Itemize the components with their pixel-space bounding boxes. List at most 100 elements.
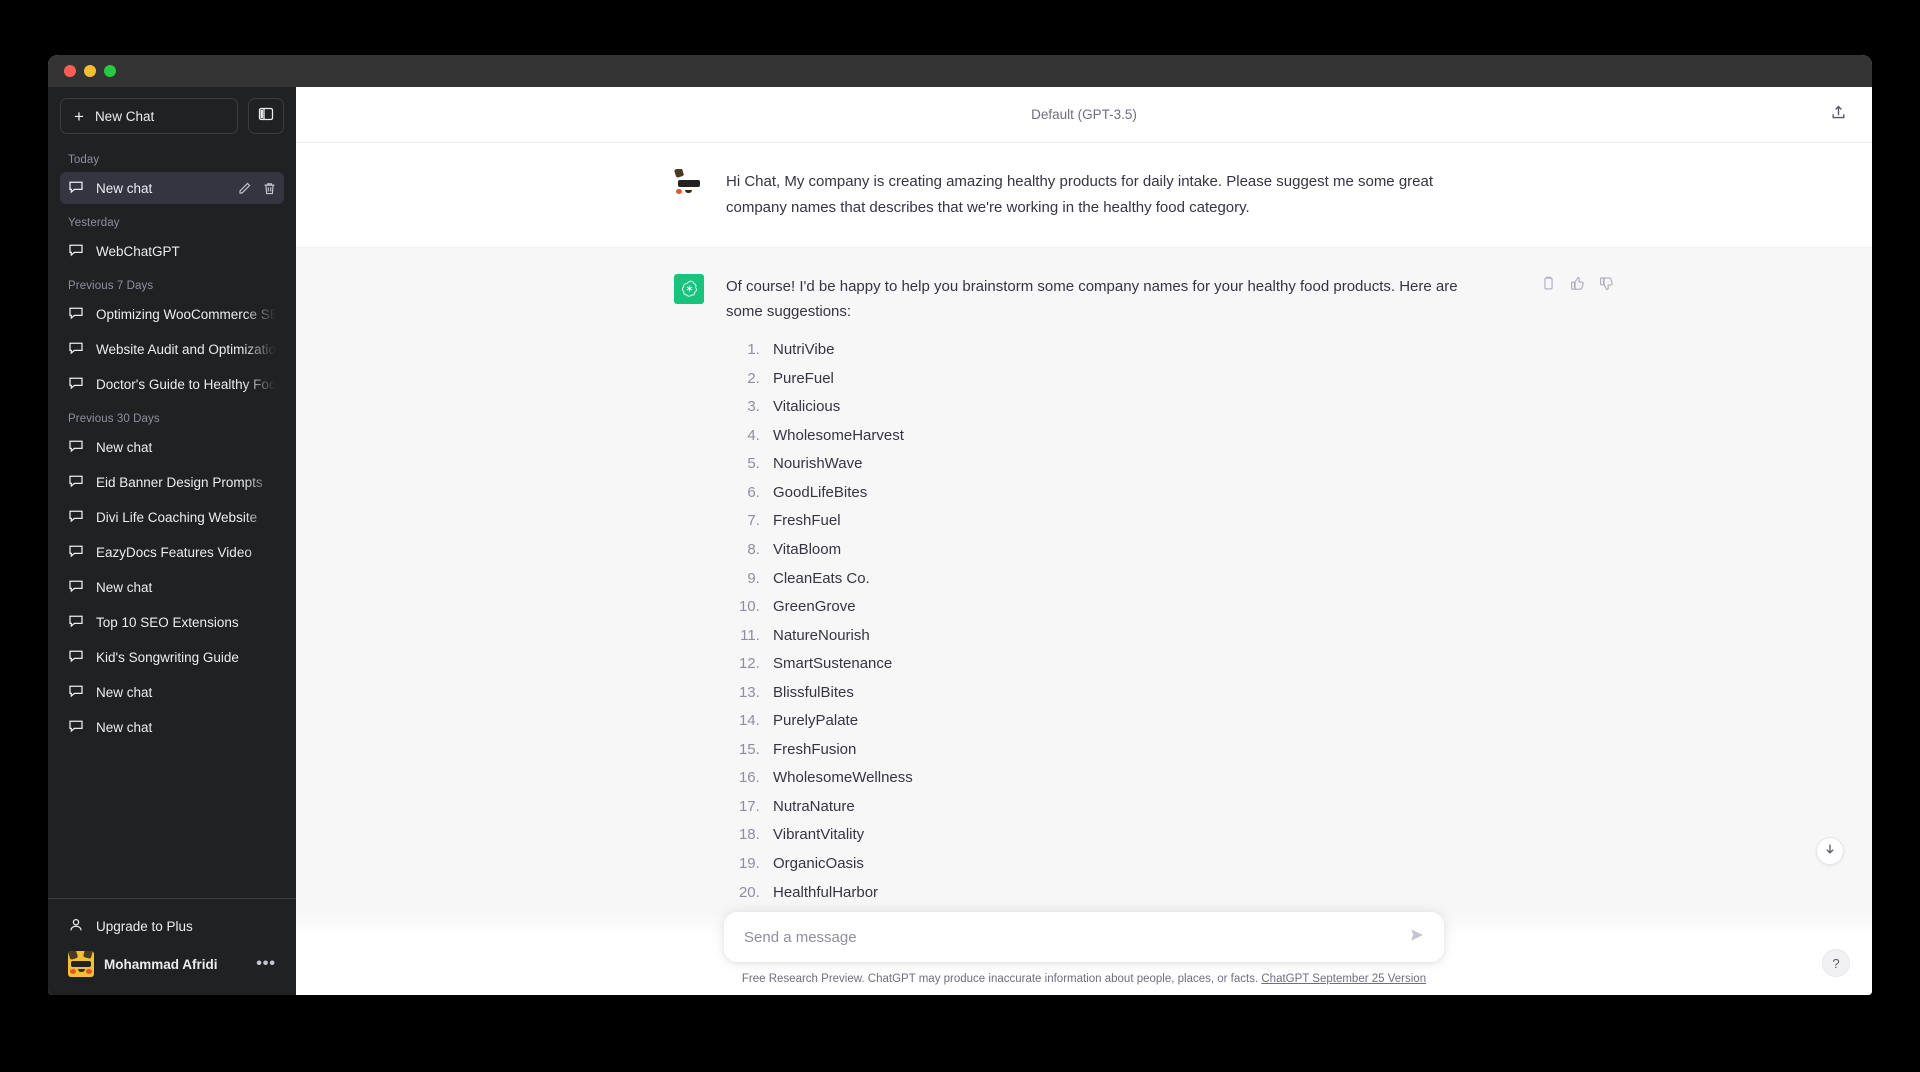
user-message-text: Hi Chat, My company is creating amazing …: [726, 169, 1494, 221]
conversation-item-yesterday-0[interactable]: WebChatGPT: [60, 235, 284, 267]
list-item: HealthfulHarbor: [764, 882, 1494, 904]
conversation-title: Optimizing WooCommerce SEO Strategy: [96, 306, 276, 322]
list-item: BlissfulBites: [764, 682, 1494, 704]
user-message-paragraph: Hi Chat, My company is creating amazing …: [726, 173, 1434, 216]
chat-bubble-icon: [68, 179, 84, 198]
conversation-item-prev30-8[interactable]: New chat: [60, 711, 284, 743]
conversation-item-prev7-1[interactable]: Website Audit and Optimization Plan: [60, 333, 284, 365]
traffic-light-group: [64, 65, 116, 77]
chat-bubble-icon: [68, 543, 84, 562]
section-label-today: Today: [68, 154, 100, 166]
help-button[interactable]: ?: [1822, 949, 1850, 977]
conversation-item-today-0[interactable]: New chat: [60, 172, 284, 204]
list-item: NatureNourish: [764, 625, 1494, 647]
conversation-item-prev7-0[interactable]: Optimizing WooCommerce SEO Strategy: [60, 298, 284, 330]
section-label-previous-7-days: Previous 7 Days: [68, 280, 154, 292]
chat-bubble-icon: [68, 438, 84, 457]
conversation-item-prev30-0[interactable]: New chat: [60, 431, 284, 463]
new-chat-label: New Chat: [94, 108, 155, 124]
conversation-item-prev30-4[interactable]: New chat: [60, 571, 284, 603]
message-input[interactable]: [744, 912, 1398, 962]
minimize-window-button[interactable]: [84, 65, 96, 77]
list-item: CleanEats Co.: [764, 568, 1494, 590]
conversation-item-prev30-6[interactable]: Kid's Songwriting Guide: [60, 641, 284, 673]
list-item: SmartSustenance: [764, 653, 1494, 675]
list-item: NutriVibe: [764, 339, 1494, 361]
conversation-item-prev30-5[interactable]: Top 10 SEO Extensions: [60, 606, 284, 638]
share-upload-icon: [1830, 104, 1847, 126]
conversation-title: New chat: [96, 439, 153, 455]
chatgpt-logo-icon: [674, 273, 704, 304]
list-item: PureFuel: [764, 368, 1494, 390]
close-window-button[interactable]: [64, 65, 76, 77]
list-item: WholesomeWellness: [764, 767, 1494, 789]
list-item: OrganicOasis: [764, 853, 1494, 875]
chat-bubble-icon: [68, 648, 84, 667]
conversation-item-prev30-2[interactable]: Divi Life Coaching Website: [60, 501, 284, 533]
user-name: Mohammad Afridi: [104, 956, 218, 972]
edit-icon[interactable]: [237, 181, 252, 196]
conversation-title: New chat: [96, 684, 153, 700]
share-chat-button[interactable]: [1824, 101, 1852, 129]
conversation-item-prev30-7[interactable]: New chat: [60, 676, 284, 708]
send-message-button[interactable]: [1404, 924, 1430, 950]
message-thread[interactable]: Hi Chat, My company is creating amazing …: [296, 143, 1872, 995]
upgrade-label: Upgrade to Plus: [96, 918, 193, 934]
thumbs-up-icon[interactable]: [1570, 276, 1585, 291]
main-header: Default (GPT-3.5): [296, 87, 1872, 143]
message-inner: Of course! I'd be happy to help you brai…: [674, 248, 1613, 937]
section-label-previous-30-days: Previous 30 Days: [68, 413, 160, 425]
sidebar-footer: Upgrade to Plus Mohammad Afridi •••: [48, 898, 296, 995]
chat-bubble-icon: [68, 340, 84, 359]
chat-bubble-icon: [68, 508, 84, 527]
sidebar-top-controls: + New Chat: [48, 87, 296, 138]
list-item: VibrantVitality: [764, 824, 1494, 846]
list-item: WholesomeHarvest: [764, 425, 1494, 447]
conversation-item-prev30-3[interactable]: EazyDocs Features Video: [60, 536, 284, 568]
chat-bubble-icon: [68, 683, 84, 702]
delete-icon[interactable]: [262, 181, 277, 196]
assistant-message-actions: [1541, 276, 1614, 291]
list-item: Vitalicious: [764, 396, 1494, 418]
message-row-user: Hi Chat, My company is creating amazing …: [296, 143, 1872, 248]
ellipsis-icon[interactable]: •••: [256, 956, 276, 972]
chat-bubble-icon: [68, 375, 84, 394]
thumbs-down-icon[interactable]: [1599, 276, 1614, 291]
app-window: + New Chat Today New chat Yesterday WebC…: [48, 55, 1872, 995]
list-item: GreenGrove: [764, 596, 1494, 618]
maximize-window-button[interactable]: [104, 65, 116, 77]
list-item: FreshFusion: [764, 739, 1494, 761]
list-item: PurelyPalate: [764, 710, 1494, 732]
assistant-message-text: Of course! I'd be happy to help you brai…: [726, 274, 1494, 911]
conversation-item-prev7-2[interactable]: Doctor's Guide to Healthy Food: [60, 368, 284, 400]
person-icon: [68, 917, 84, 936]
user-account-button[interactable]: Mohammad Afridi •••: [60, 945, 284, 983]
new-chat-button[interactable]: + New Chat: [60, 98, 238, 134]
sidebar: + New Chat Today New chat Yesterday WebC…: [48, 87, 296, 995]
chat-bubble-icon: [68, 578, 84, 597]
assistant-message-paragraph: Of course! I'd be happy to help you brai…: [726, 277, 1458, 321]
conversation-item-prev30-1[interactable]: Eid Banner Design Prompts: [60, 466, 284, 498]
window-titlebar: [48, 55, 1872, 87]
sidebar-collapse-button[interactable]: [248, 98, 284, 134]
conversation-title: Doctor's Guide to Healthy Food: [96, 376, 276, 392]
user-avatar: [674, 169, 704, 199]
scroll-to-bottom-button[interactable]: [1816, 837, 1844, 865]
conversation-title: Eid Banner Design Prompts: [96, 474, 263, 490]
conversation-title: EazyDocs Features Video: [96, 544, 252, 560]
version-link[interactable]: ChatGPT September 25 Version: [1261, 973, 1426, 985]
send-arrow-icon: [1409, 927, 1425, 948]
list-item: FreshFuel: [764, 510, 1494, 532]
upgrade-to-plus-button[interactable]: Upgrade to Plus: [60, 907, 284, 945]
conversation-list[interactable]: Today New chat Yesterday WebChatGPT Prev…: [48, 138, 296, 898]
list-item: NutraNature: [764, 796, 1494, 818]
plus-icon: +: [74, 106, 84, 126]
model-selector-label[interactable]: Default (GPT-3.5): [1031, 107, 1137, 122]
conversation-row-actions: [237, 181, 277, 196]
composer[interactable]: [724, 912, 1444, 962]
copy-icon[interactable]: [1541, 276, 1556, 291]
chat-bubble-icon: [68, 473, 84, 492]
window-body: + New Chat Today New chat Yesterday WebC…: [48, 87, 1872, 995]
conversation-title: New chat: [96, 579, 153, 595]
list-item: VitaBloom: [764, 539, 1494, 561]
